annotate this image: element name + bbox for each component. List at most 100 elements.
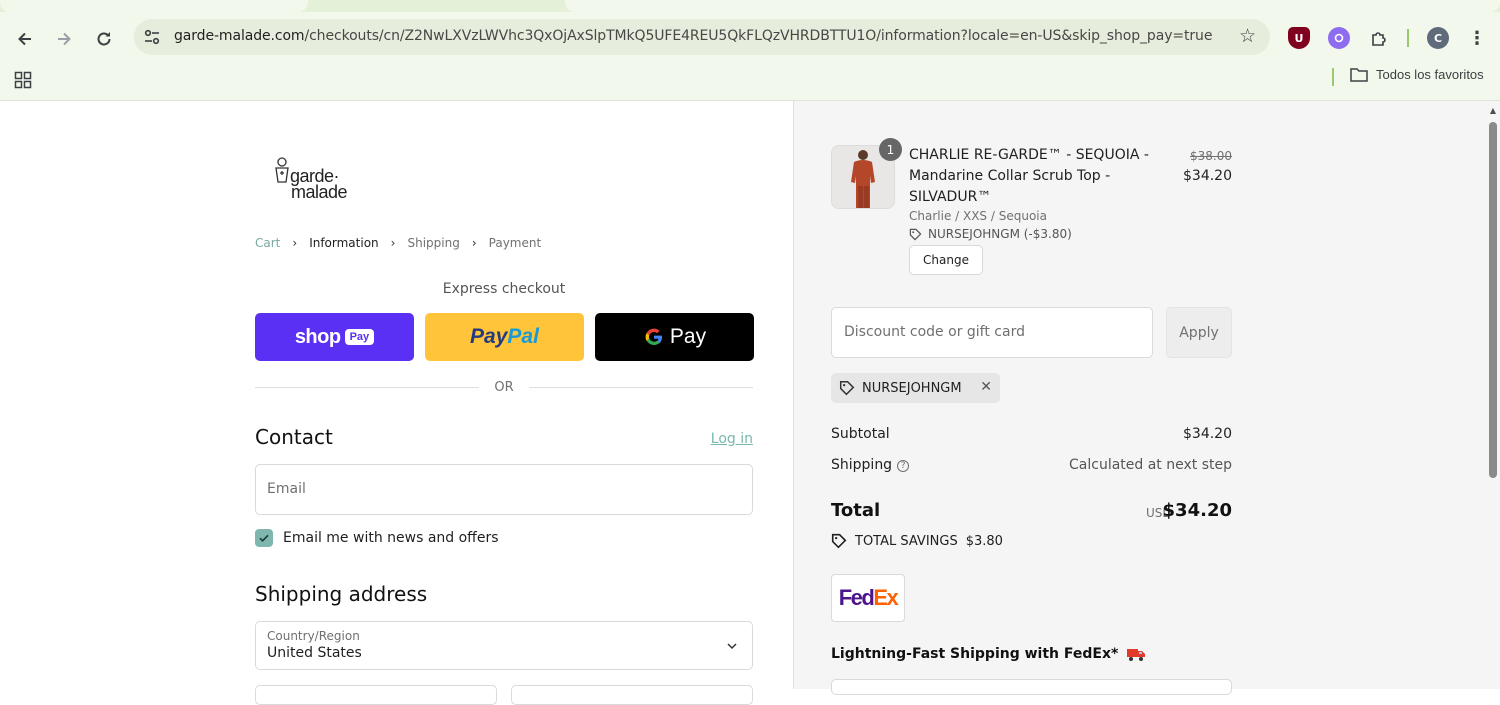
tab-strip (0, 0, 1500, 12)
or-divider-right (529, 387, 753, 388)
apply-button[interactable]: Apply (1166, 307, 1232, 358)
total-savings: TOTAL SAVINGS $3.80 (831, 533, 1003, 549)
breadcrumb-information: Information (309, 236, 379, 250)
apps-grid-icon[interactable] (14, 71, 32, 89)
back-icon[interactable] (12, 26, 38, 52)
shipping-value: Calculated at next step (1069, 457, 1232, 473)
breadcrumb-payment: Payment (488, 236, 542, 250)
paypal-label-light: Pal (507, 325, 539, 348)
tag-icon (839, 380, 855, 396)
news-offers-checkbox[interactable] (255, 529, 273, 547)
applied-code-label: NURSEJOHNGM (862, 380, 962, 396)
checkmark-icon (259, 534, 269, 542)
browser-toolbar: garde-malade.com/checkouts/cn/Z2NwLXVzLW… (0, 12, 1500, 62)
logo-line2: malade (291, 182, 348, 202)
shipping-info-box (831, 679, 1232, 695)
toolbar-divider (1407, 29, 1409, 47)
shop-pay-badge: Pay (344, 329, 375, 345)
profile-initial: C (1433, 31, 1443, 45)
fedex-fe: Fed (838, 585, 875, 610)
product-discount-code: NURSEJOHNGM (-$3.80) (928, 227, 1072, 241)
delivery-truck-icon (1127, 649, 1146, 661)
url-host: garde-malade.com (174, 28, 305, 44)
browser-tab[interactable] (565, 0, 1500, 12)
subtotal-value: $34.20 (1183, 426, 1232, 442)
browser-menu-icon[interactable]: ⋮ (1466, 27, 1488, 49)
fedex-shipping-heading: Lightning-Fast Shipping with FedEx* (831, 646, 1146, 662)
country-label: Country/Region (267, 629, 360, 643)
order-summary: 1 CHARLIE RE-GARDE™ - SEQUOIA - Mandarin… (793, 101, 1500, 695)
extension-icon[interactable] (1328, 27, 1350, 49)
product-variant: Charlie / XXS / Sequoia (909, 209, 1047, 223)
product-discount: NURSEJOHNGM (-$3.80) (909, 227, 1072, 241)
bookmark-star-icon[interactable]: ☆ (1239, 25, 1256, 47)
chevron-right-icon: › (471, 236, 477, 250)
fedex-ex: Ex (873, 585, 898, 610)
scrollbar-thumb[interactable] (1489, 122, 1497, 478)
shipping-address-heading: Shipping address (255, 582, 428, 606)
change-button[interactable]: Change (909, 245, 983, 275)
tag-icon (831, 533, 847, 549)
google-pay-label: Pay (669, 325, 707, 348)
reload-icon[interactable] (91, 26, 117, 52)
country-select[interactable]: Country/Region United States (255, 621, 753, 670)
google-g-icon (645, 328, 662, 345)
site-settings-icon[interactable] (143, 28, 161, 46)
url-path: /checkouts/cn/Z2NwLXVzLWVhc3QxOjAxSlpTMk… (304, 28, 1213, 44)
all-bookmarks-folder[interactable]: Todos los favoritos (1350, 67, 1484, 82)
profile-avatar[interactable]: C (1427, 27, 1449, 49)
news-offers-label[interactable]: Email me with news and offers (283, 530, 499, 546)
remove-code-icon[interactable]: ✕ (980, 379, 992, 395)
bookmark-folder-label: Todos los favoritos (1376, 67, 1484, 82)
folder-icon (1350, 68, 1368, 82)
first-name-field[interactable] (255, 685, 497, 705)
email-field[interactable]: Email (255, 464, 753, 515)
browser-tab[interactable] (0, 0, 308, 12)
shop-pay-label: shop (294, 325, 341, 348)
subtotal-row: Subtotal $34.20 (831, 426, 1232, 442)
subtotal-label: Subtotal (831, 426, 890, 442)
login-link[interactable]: Log in (700, 431, 753, 447)
ublock-extension-icon[interactable]: U (1288, 27, 1310, 49)
store-logo[interactable]: garde· malade (272, 156, 358, 204)
chevron-right-icon: › (292, 236, 298, 250)
tag-icon (909, 228, 922, 240)
breadcrumb-cart[interactable]: Cart (255, 236, 280, 250)
breadcrumb-shipping: Shipping (407, 236, 460, 250)
total-label: Total (831, 500, 881, 521)
checkout-main: garde· malade Cart › Information › Shipp… (0, 101, 793, 705)
or-divider-left (255, 387, 479, 388)
savings-value: $3.80 (965, 533, 1003, 549)
product-name: CHARLIE RE-GARDE™ - SEQUOIA - Mandarine … (909, 147, 1149, 205)
url-text: garde-malade.com/checkouts/cn/Z2NwLXVzLW… (174, 28, 1212, 44)
bookmarks-divider (1332, 68, 1334, 86)
fedex-logo: Fed Ex (831, 574, 905, 622)
discount-code-input[interactable]: Discount code or gift card (831, 307, 1153, 358)
help-icon[interactable]: ? (897, 460, 910, 472)
google-pay-button[interactable]: Pay (595, 313, 754, 361)
quantity-badge: 1 (879, 138, 902, 161)
applied-code-chip: NURSEJOHNGM ✕ (831, 373, 1000, 403)
last-name-field[interactable] (511, 685, 753, 705)
shop-pay-button[interactable]: shop Pay (255, 313, 414, 361)
scrollbar[interactable]: ▲ (1488, 106, 1498, 686)
shipping-label: Shipping (831, 457, 893, 473)
paypal-button[interactable]: Pay Pal (425, 313, 584, 361)
forward-icon[interactable] (51, 26, 77, 52)
original-price: $38.00 (1190, 149, 1232, 163)
bookmarks-bar: Todos los favoritos (0, 62, 1500, 101)
country-value: United States (267, 645, 362, 661)
breadcrumb: Cart › Information › Shipping › Payment (255, 236, 541, 250)
express-checkout-heading: Express checkout (442, 281, 566, 297)
scroll-up-icon[interactable]: ▲ (1488, 106, 1498, 115)
ext-u-label: U (1294, 31, 1304, 45)
chevron-right-icon: › (390, 236, 396, 250)
email-placeholder: Email (267, 481, 306, 497)
extensions-puzzle-icon[interactable] (1368, 27, 1390, 49)
address-bar[interactable]: garde-malade.com/checkouts/cn/Z2NwLXVzLW… (134, 19, 1270, 55)
contact-heading: Contact (255, 425, 333, 449)
shipping-row: Shipping? Calculated at next step (831, 457, 1232, 473)
or-divider-text: OR (494, 380, 514, 395)
discount-placeholder: Discount code or gift card (844, 324, 1025, 340)
paypal-label-dark: Pay (470, 325, 508, 348)
